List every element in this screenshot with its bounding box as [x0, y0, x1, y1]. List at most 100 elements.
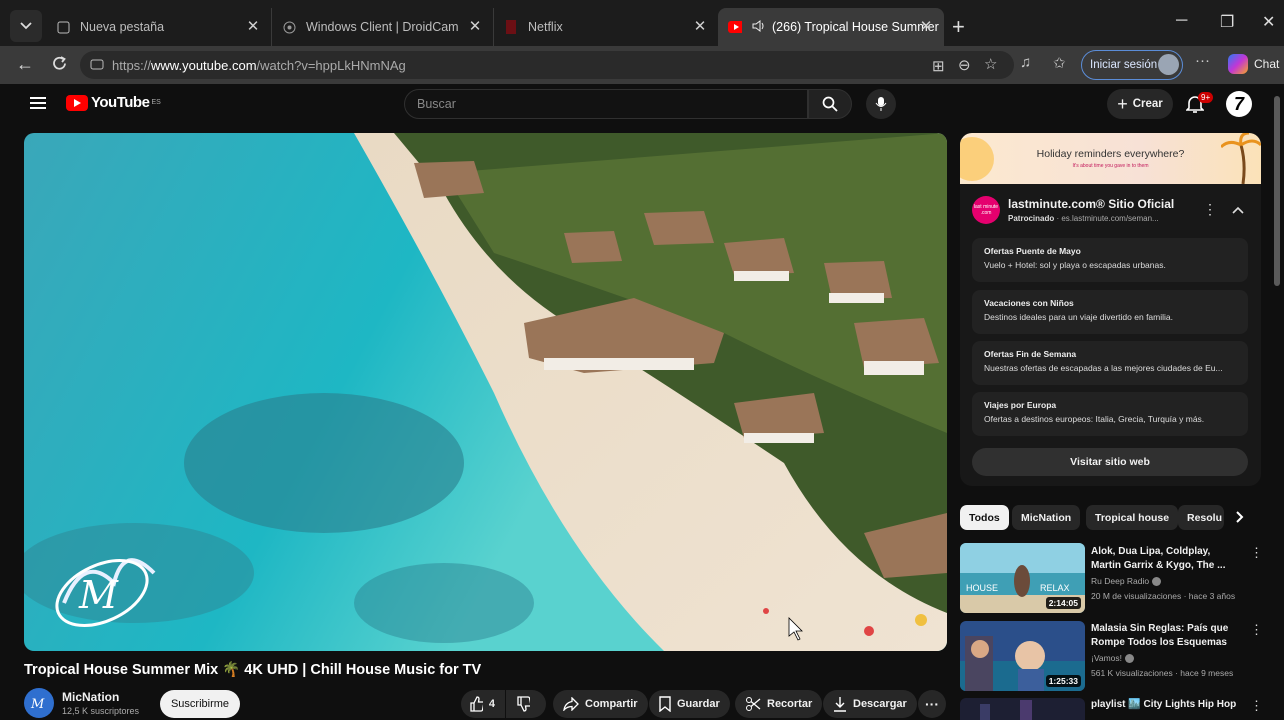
new-tab-button[interactable]: + [952, 14, 965, 40]
chevron-up-icon[interactable] [1232, 201, 1244, 219]
voice-search-button[interactable] [866, 89, 896, 119]
chip-micnation[interactable]: MicNation [1012, 505, 1081, 530]
more-actions-button[interactable]: ··· [918, 690, 946, 718]
recommendation-channel[interactable]: Ru Deep Radio [1091, 576, 1162, 587]
tab-netflix[interactable]: Netflix ✕ [494, 8, 718, 46]
ad-banner[interactable]: Holiday reminders everywhere? It's about… [960, 133, 1261, 184]
download-icon [834, 697, 846, 712]
plus-icon: + [1117, 93, 1128, 114]
more-vertical-icon[interactable]: ⋮ [1250, 545, 1263, 561]
address-bar[interactable]: https://www.youtube.com/watch?v=hppLkHNm… [80, 51, 1014, 79]
youtube-icon [728, 20, 742, 34]
back-arrow-icon[interactable]: ← [16, 54, 34, 75]
close-window-icon[interactable]: ✕ [1262, 12, 1275, 32]
ad-sitelink-title: Ofertas Puente de Mayo [984, 246, 1081, 256]
visit-site-button[interactable]: Visitar sitio web [972, 448, 1248, 476]
favorites-icon[interactable]: ✩ [1053, 54, 1066, 72]
close-tab-icon[interactable]: ✕ [243, 17, 263, 35]
advertiser-logo[interactable]: last minute .com [972, 196, 1000, 224]
recommendation-thumbnail[interactable]: HOUSE RELAX 2:14:05 [960, 543, 1085, 613]
thumb-text-left: HOUSE [966, 583, 998, 593]
profile-avatar-icon [1158, 54, 1179, 75]
search-button[interactable] [808, 89, 852, 119]
svg-text:M: M [78, 573, 119, 617]
browser-tab-bar: Nueva pestaña ✕ Windows Client | DroidCa… [0, 0, 1284, 46]
ad-sitelink[interactable]: Ofertas Fin de Semana Nuestras ofertas d… [972, 341, 1248, 385]
like-count: 4 [488, 698, 495, 710]
close-tab-icon[interactable]: ✕ [690, 17, 710, 35]
droidcam-icon [282, 20, 296, 34]
more-options-icon[interactable]: ··· [1195, 52, 1210, 69]
chip-all[interactable]: Todos [960, 505, 1009, 530]
download-button[interactable]: Descargar [823, 690, 917, 718]
recommendation-title[interactable]: Alok, Dua Lipa, Coldplay, Martin Garrix … [1091, 545, 1243, 573]
create-button[interactable]: + Crear [1107, 89, 1173, 119]
chip-resolution[interactable]: Resolu [1178, 505, 1224, 530]
menu-hamburger-icon[interactable] [30, 97, 46, 109]
youtube-logo[interactable]: YouTube ES [66, 94, 161, 111]
ad-more-vertical-icon[interactable]: ⋮ [1203, 201, 1217, 218]
like-button[interactable]: 4 [461, 690, 505, 718]
scissors-icon [746, 697, 761, 711]
youtube-play-logo-icon [66, 94, 88, 111]
copilot-chat-button[interactable]: Chat [1228, 54, 1279, 74]
tab-droidcam[interactable]: Windows Client | DroidCam ✕ [272, 8, 494, 46]
clip-button[interactable]: Recortar [735, 690, 823, 718]
channel-name-text: Ru Deep Radio [1091, 576, 1150, 586]
verified-badge-icon [1152, 577, 1162, 587]
recommendation-channel[interactable]: ¡Vamos! [1091, 653, 1135, 664]
tab-actions-menu-button[interactable] [10, 10, 42, 42]
more-vertical-icon[interactable]: ⋮ [1250, 622, 1263, 638]
subscribe-button[interactable]: Suscribirme [160, 690, 240, 718]
close-tab-icon[interactable]: ✕ [916, 17, 936, 35]
ad-domain: · es.lastminute.com/seman... [1056, 214, 1159, 223]
subscriber-count: 12,5 K suscriptores [62, 706, 140, 716]
minimize-icon[interactable]: ─ [1176, 12, 1187, 30]
tab-youtube-active[interactable]: (266) Tropical House Summer ✕ [718, 8, 944, 46]
recommendation-thumbnail[interactable]: 1:25:33 [960, 621, 1085, 691]
recommendation-title[interactable]: playlist 🏙️ City Lights Hip Hop [1091, 698, 1243, 712]
zoom-icon[interactable]: ⊖ [958, 56, 971, 74]
bookmark-icon [659, 696, 671, 712]
url-path: /watch?v=hppLkHNmNAg [256, 57, 406, 73]
favorite-star-icon[interactable]: ☆ [984, 55, 997, 73]
thumb-text-right: RELAX [1040, 583, 1070, 593]
ad-sitelink[interactable]: Vacaciones con Niños Destinos ideales pa… [972, 290, 1248, 334]
account-avatar[interactable]: 7 [1226, 91, 1252, 117]
app-available-icon[interactable]: ⊞ [932, 57, 945, 75]
page-scrollbar[interactable] [1274, 96, 1280, 286]
more-vertical-icon[interactable]: ⋮ [1250, 698, 1263, 714]
new-tab-page-icon [56, 20, 70, 34]
channel-avatar[interactable]: M [24, 688, 54, 718]
chip-tropical-house[interactable]: Tropical house [1086, 505, 1179, 530]
clip-label: Recortar [767, 698, 813, 710]
netflix-icon [504, 20, 518, 34]
ad-sitelink-desc: Destinos ideales para un viaje divertido… [984, 312, 1173, 322]
share-button[interactable]: Compartir [553, 690, 648, 718]
search-input[interactable]: Buscar [404, 89, 808, 119]
advertiser-name[interactable]: lastminute.com® Sitio Oficial [1008, 197, 1174, 211]
chevron-down-icon [20, 22, 32, 30]
video-player[interactable]: M [24, 133, 947, 651]
ad-sitelink-desc: Vuelo + Hotel: sol y playa o escapadas u… [984, 260, 1166, 270]
recommendation-thumbnail[interactable] [960, 698, 1085, 720]
close-tab-icon[interactable]: ✕ [465, 17, 485, 35]
channel-name[interactable]: MicNation [62, 690, 119, 704]
site-info-icon[interactable] [90, 57, 104, 74]
save-button[interactable]: Guardar [649, 690, 730, 718]
tab-new-tab[interactable]: Nueva pestaña ✕ [46, 8, 272, 46]
ad-sitelink-title: Ofertas Fin de Semana [984, 349, 1077, 359]
ad-sitelink[interactable]: Ofertas Puente de Mayo Vuelo + Hotel: so… [972, 238, 1248, 282]
chat-label: Chat [1254, 57, 1280, 71]
restore-icon[interactable]: ❐ [1220, 12, 1234, 32]
music-icon[interactable]: ♫ [1020, 54, 1031, 71]
chevron-right-icon[interactable] [1236, 510, 1244, 528]
sign-in-button[interactable]: Iniciar sesión [1081, 50, 1183, 80]
ad-sitelink[interactable]: Viajes por Europa Ofertas a destinos eur… [972, 392, 1248, 436]
speaker-icon[interactable] [752, 19, 766, 35]
create-label: Crear [1132, 98, 1163, 110]
dislike-button[interactable] [506, 690, 546, 718]
refresh-icon[interactable] [51, 55, 68, 77]
browser-toolbar: ← https://www.youtube.com/watch?v=hppLkH… [0, 46, 1284, 84]
recommendation-title[interactable]: Malasia Sin Reglas: País que Rompe Todos… [1091, 622, 1243, 650]
